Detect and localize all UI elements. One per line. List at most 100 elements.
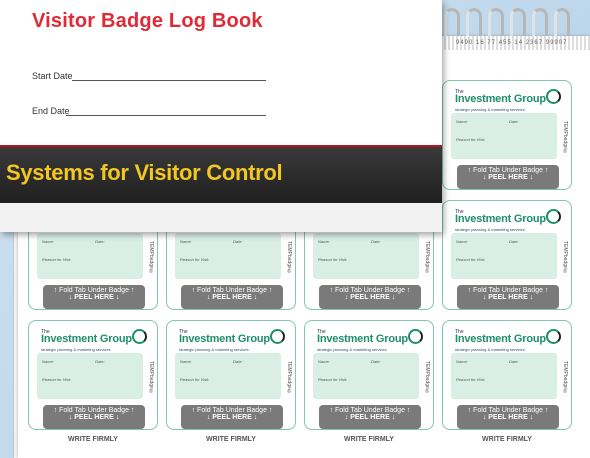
peel-here-text: ↓ PEEL HERE ↓: [206, 414, 258, 421]
logo-tagline: strategic planning & marketing services: [179, 347, 249, 352]
write-firmly-text: WRITE FIRMLY: [482, 436, 532, 443]
peel-here-text: ↓ PEEL HERE ↓: [344, 294, 396, 301]
peel-tab[interactable]: ↑ Fold Tab Under Badge ↑ ↓ PEEL HERE ↓: [457, 405, 559, 429]
fold-tab-text: ↑ Fold Tab Under Badge ↑: [467, 287, 549, 294]
logo-name: Investment Group: [317, 333, 408, 345]
fold-tab-text: ↑ Fold Tab Under Badge ↑: [329, 407, 411, 414]
visitor-badge: The Investment Group strategic planning …: [304, 320, 434, 430]
cover-title: Visitor Badge Log Book: [32, 10, 263, 32]
logo-tagline: strategic planning & marketing services: [317, 347, 387, 352]
badge-date-label: Date:: [95, 239, 105, 244]
badge-date-label: Date:: [509, 359, 519, 364]
badge-date-label: Date:: [371, 239, 381, 244]
cover-footer: [0, 203, 442, 232]
badge-name-label: Name:: [318, 359, 330, 364]
logo-swirl-icon: [546, 209, 561, 224]
logo-name: Investment Group: [455, 333, 546, 345]
badge-reason-label: Reason for Visit:: [318, 257, 348, 262]
visitor-badge: The Investment Group strategic planning …: [442, 200, 572, 310]
badge-name-label: Name:: [456, 359, 468, 364]
logo-name: Investment Group: [179, 333, 270, 345]
logo-swirl-icon: [132, 329, 147, 344]
badge-side-text: TEMPbadge®: [562, 241, 568, 275]
fold-tab-text: ↑ Fold Tab Under Badge ↑: [53, 407, 135, 414]
badge-side-text: TEMPbadge®: [148, 241, 154, 275]
peel-here-text: ↓ PEEL HERE ↓: [482, 294, 534, 301]
badge-name-label: Name:: [318, 239, 330, 244]
badge-side-text: TEMPbadge®: [424, 241, 430, 275]
peel-tab[interactable]: ↑ Fold Tab Under Badge ↑ ↓ PEEL HERE ↓: [457, 285, 559, 309]
badge-reason-label: Reason for Visit:: [42, 377, 72, 382]
peel-tab[interactable]: ↑ Fold Tab Under Badge ↑ ↓ PEEL HERE ↓: [181, 405, 283, 429]
product-photo: 9490 16 77 455 14 2367 99907 The Investm…: [0, 0, 590, 458]
badge-field-area: Name: Date: Reason for Visit:: [175, 353, 281, 399]
visitor-badge: The Investment Group strategic planning …: [442, 320, 572, 430]
logo-name: Investment Group: [41, 333, 132, 345]
visitor-badge: The Investment Group strategic planning …: [442, 80, 572, 190]
end-date-label: End Date: [32, 106, 70, 116]
cover-slogan: Systems for Visitor Control: [6, 160, 283, 185]
badge-name-label: Name:: [456, 119, 468, 124]
badge-field-area: Name: Date: Reason for Visit:: [313, 353, 419, 399]
peel-tab[interactable]: ↑ Fold Tab Under Badge ↑ ↓ PEEL HERE ↓: [181, 285, 283, 309]
badge-side-text: TEMPbadge®: [286, 361, 292, 395]
badge-field-area: Name: Date: Reason for Visit:: [37, 353, 143, 399]
logo-tagline: strategic planning & marketing services: [455, 227, 525, 232]
badge-reason-label: Reason for Visit:: [180, 377, 210, 382]
badge-side-text: TEMPbadge®: [148, 361, 154, 395]
badge-name-label: Name:: [180, 359, 192, 364]
write-firmly-text: WRITE FIRMLY: [206, 436, 256, 443]
barcode-strip: 9490 16 77 455 14 2367 99907: [440, 36, 590, 50]
peel-here-text: ↓ PEEL HERE ↓: [68, 294, 120, 301]
logo-name: Investment Group: [455, 93, 546, 105]
write-firmly-text: WRITE FIRMLY: [344, 436, 394, 443]
badge-field-area: Name: Date: Reason for Visit:: [175, 233, 281, 279]
badge-date-label: Date:: [509, 119, 519, 124]
badge-field-area: Name: Date: Reason for Visit:: [313, 233, 419, 279]
badge-field-area: Name: Date: Reason for Visit:: [37, 233, 143, 279]
badge-date-label: Date:: [95, 359, 105, 364]
badge-reason-label: Reason for Visit:: [180, 257, 210, 262]
fold-tab-text: ↑ Fold Tab Under Badge ↑: [53, 287, 135, 294]
peel-tab[interactable]: ↑ Fold Tab Under Badge ↑ ↓ PEEL HERE ↓: [43, 405, 145, 429]
badge-date-label: Date:: [233, 359, 243, 364]
badge-reason-label: Reason for Visit:: [318, 377, 348, 382]
peel-tab[interactable]: ↑ Fold Tab Under Badge ↑ ↓ PEEL HERE ↓: [319, 285, 421, 309]
visitor-badge: The Investment Group strategic planning …: [28, 320, 158, 430]
badge-date-label: Date:: [509, 239, 519, 244]
peel-tab[interactable]: ↑ Fold Tab Under Badge ↑ ↓ PEEL HERE ↓: [457, 165, 559, 189]
start-date-label: Start Date: [32, 71, 73, 81]
badge-date-label: Date:: [233, 239, 243, 244]
badge-reason-label: Reason for Visit:: [456, 377, 486, 382]
logo-name: Investment Group: [455, 213, 546, 225]
fold-tab-text: ↑ Fold Tab Under Badge ↑: [467, 407, 549, 414]
badge-field-area: Name: Date: Reason for Visit:: [451, 113, 557, 159]
peel-here-text: ↓ PEEL HERE ↓: [344, 414, 396, 421]
badge-name-label: Name:: [456, 239, 468, 244]
badge-date-label: Date:: [371, 359, 381, 364]
badge-field-area: Name: Date: Reason for Visit:: [451, 233, 557, 279]
peel-tab[interactable]: ↑ Fold Tab Under Badge ↑ ↓ PEEL HERE ↓: [319, 405, 421, 429]
peel-tab[interactable]: ↑ Fold Tab Under Badge ↑ ↓ PEEL HERE ↓: [43, 285, 145, 309]
fold-tab-text: ↑ Fold Tab Under Badge ↑: [329, 287, 411, 294]
badge-side-text: TEMPbadge®: [562, 361, 568, 395]
logo-tagline: strategic planning & marketing services: [455, 107, 525, 112]
badge-side-text: TEMPbadge®: [562, 121, 568, 155]
badge-reason-label: Reason for Visit:: [42, 257, 72, 262]
fold-tab-text: ↑ Fold Tab Under Badge ↑: [191, 407, 273, 414]
peel-here-text: ↓ PEEL HERE ↓: [482, 174, 534, 181]
start-date-line: [72, 80, 266, 81]
peel-here-text: ↓ PEEL HERE ↓: [206, 294, 258, 301]
badge-reason-label: Reason for Visit:: [456, 137, 486, 142]
logo-tagline: strategic planning & marketing services: [41, 347, 111, 352]
peel-here-text: ↓ PEEL HERE ↓: [68, 414, 120, 421]
badge-name-label: Name:: [180, 239, 192, 244]
log-book-cover: Visitor Badge Log Book Start Date End Da…: [0, 0, 442, 232]
badge-name-label: Name:: [42, 239, 54, 244]
logo-swirl-icon: [408, 329, 423, 344]
badge-name-label: Name:: [42, 359, 54, 364]
end-date-line: [66, 115, 266, 116]
logo-swirl-icon: [270, 329, 285, 344]
write-firmly-text: WRITE FIRMLY: [68, 436, 118, 443]
badge-side-text: TEMPbadge®: [424, 361, 430, 395]
